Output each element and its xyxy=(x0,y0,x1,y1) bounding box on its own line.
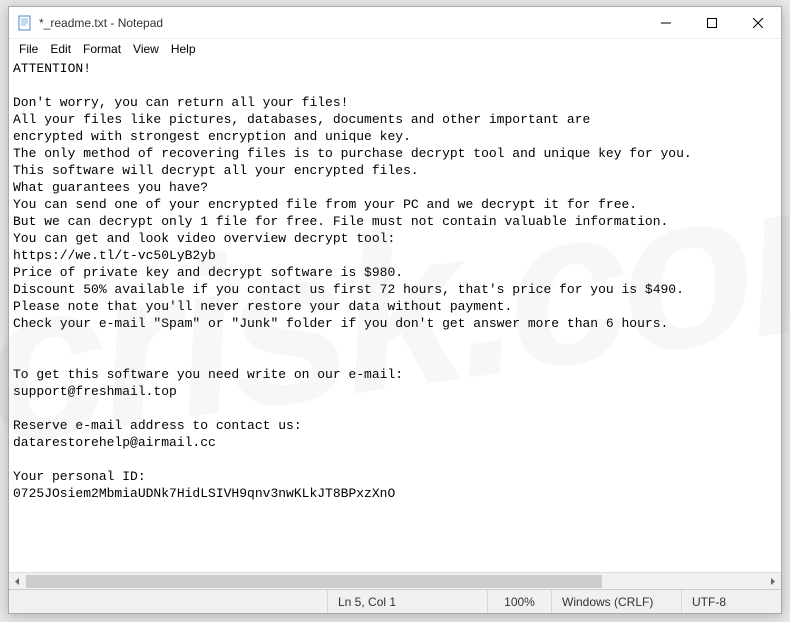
menu-file[interactable]: File xyxy=(13,41,44,57)
titlebar: *_readme.txt - Notepad xyxy=(9,7,781,39)
menu-help[interactable]: Help xyxy=(165,41,202,57)
menu-edit[interactable]: Edit xyxy=(44,41,77,57)
close-icon xyxy=(753,18,763,28)
notepad-window: *_readme.txt - Notepad File Edit Format … xyxy=(8,6,782,614)
scroll-left-button[interactable] xyxy=(9,573,26,589)
status-encoding: UTF-8 xyxy=(681,590,781,613)
minimize-icon xyxy=(661,18,671,28)
statusbar: Ln 5, Col 1 100% Windows (CRLF) UTF-8 xyxy=(9,589,781,613)
menu-view[interactable]: View xyxy=(127,41,165,57)
status-line-ending: Windows (CRLF) xyxy=(551,590,681,613)
maximize-button[interactable] xyxy=(689,7,735,38)
window-title: *_readme.txt - Notepad xyxy=(39,16,643,30)
scrollbar-track[interactable] xyxy=(26,573,764,589)
scroll-right-button[interactable] xyxy=(764,573,781,589)
menubar: File Edit Format View Help xyxy=(9,39,781,59)
triangle-left-icon xyxy=(14,578,21,585)
scrollbar-thumb[interactable] xyxy=(26,575,602,588)
horizontal-scrollbar[interactable] xyxy=(9,572,781,589)
menu-format[interactable]: Format xyxy=(77,41,127,57)
status-zoom: 100% xyxy=(487,590,551,613)
notepad-app-icon xyxy=(17,15,33,31)
text-editor[interactable]: ATTENTION! Don't worry, you can return a… xyxy=(9,59,781,572)
status-spacer xyxy=(9,590,327,613)
minimize-button[interactable] xyxy=(643,7,689,38)
window-controls xyxy=(643,7,781,38)
maximize-icon xyxy=(707,18,717,28)
content-area: ATTENTION! Don't worry, you can return a… xyxy=(9,59,781,589)
status-cursor-position: Ln 5, Col 1 xyxy=(327,590,487,613)
triangle-right-icon xyxy=(769,578,776,585)
close-button[interactable] xyxy=(735,7,781,38)
